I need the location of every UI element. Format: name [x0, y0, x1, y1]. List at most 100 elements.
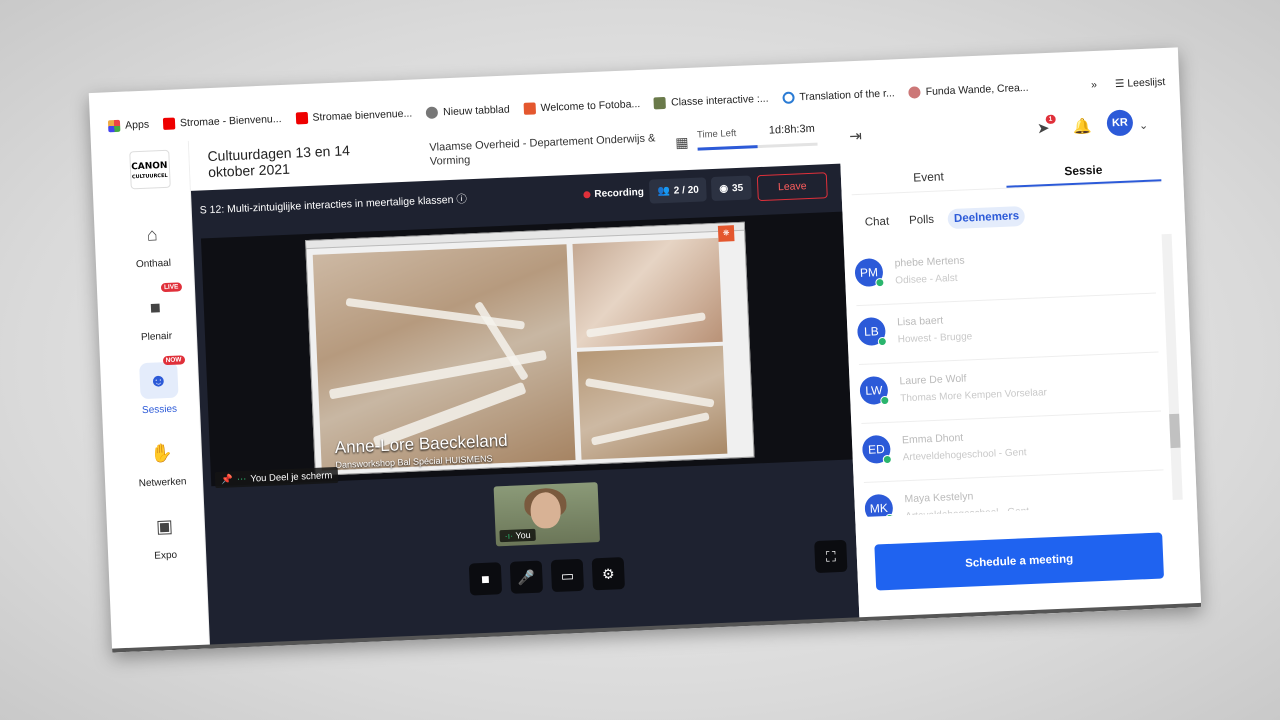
attendee-count[interactable]: 👥 2 / 20: [648, 177, 708, 204]
self-view-video: ·ı· You: [493, 482, 601, 547]
bookmark-fotoba[interactable]: Welcome to Fotoba...: [523, 98, 640, 115]
gear-icon: ⚙: [601, 564, 615, 582]
settings-button[interactable]: ⚙: [591, 557, 625, 591]
record-dot-icon: [583, 190, 591, 198]
online-status-icon: [885, 513, 895, 517]
calendar-icon[interactable]: ▦: [675, 134, 689, 152]
camera-button[interactable]: ■: [468, 562, 503, 596]
photo-top-right: [572, 237, 723, 348]
fotobabble-icon: [523, 102, 536, 115]
nav-item-plenair[interactable]: ■ LIVE Plenair: [115, 282, 196, 344]
bookmark-stromae-1[interactable]: Stromae - Bienvenu...: [162, 113, 282, 130]
nav-item-sessies[interactable]: ☻ NOW Sessies: [118, 355, 199, 417]
time-left-value: 1d:8h:3m: [768, 122, 816, 137]
home-icon: ⌂: [146, 223, 159, 245]
apps-icon: [107, 119, 121, 133]
online-status-icon: [875, 277, 885, 288]
monitor-icon: ▭: [560, 566, 575, 584]
participant-org: Thomas More Kempen Vorselaar: [900, 387, 1048, 405]
recording-indicator: Recording: [575, 180, 652, 207]
collapse-panel-icon[interactable]: ⇥: [849, 127, 862, 146]
classe-icon: [653, 96, 667, 110]
mic-activity-icon: ·ı·: [504, 530, 514, 542]
bookmark-translation[interactable]: Translation of the r...: [782, 87, 895, 105]
participant-org: Howest - Brugge: [897, 331, 973, 346]
right-panel: ⇥ ➤ 1 🔔 KR ⌄ Event Sessie Chat Polls Deel…: [838, 99, 1202, 622]
eye-icon: ◉: [719, 182, 729, 195]
participant-name: Emma Dhont: [901, 431, 964, 447]
online-status-icon: [880, 395, 890, 406]
subtab-chat[interactable]: Chat: [858, 211, 895, 233]
fullscreen-button[interactable]: ⛶: [814, 539, 848, 574]
nav-item-expo[interactable]: ▣ Expo: [124, 507, 205, 563]
bell-icon[interactable]: 🔔: [1073, 117, 1092, 136]
participant-org: Arteveldehogeschool - Gent: [902, 447, 1027, 464]
slide-logo-icon: ❋: [717, 225, 735, 242]
panel-subtabs: Chat Polls Deelnemers: [858, 205, 1026, 233]
photo-bottom-right: [577, 345, 728, 460]
bookmark-new-tab[interactable]: Nieuw tabblad: [425, 103, 510, 119]
participant-scrollbar[interactable]: [1161, 233, 1183, 501]
info-icon[interactable]: ⓘ: [456, 193, 467, 205]
bookmark-classe[interactable]: Classe interactive :...: [653, 93, 769, 110]
participant-org: Arteveldehogeschool - Gent: [904, 506, 1030, 517]
fullscreen-icon: ⛶: [825, 547, 837, 565]
funda-icon: [908, 86, 921, 99]
microphone-button[interactable]: 🎤: [509, 560, 544, 594]
audio-dots-icon: ⋯: [236, 473, 247, 485]
globe-icon: [425, 106, 439, 119]
participant-org: Odisee - Aalst: [895, 272, 958, 287]
chevron-down-icon[interactable]: ⌄: [1139, 119, 1149, 132]
microphone-icon: 🎤: [517, 568, 536, 586]
notification-badge: 1: [1045, 114, 1056, 125]
online-status-icon: [877, 336, 888, 347]
session-stage: S 12: Multi-zintuiglijke interacties in …: [190, 163, 860, 649]
youtube-icon: [162, 117, 176, 130]
nav-item-netwerken[interactable]: ✋ Netwerken: [121, 434, 202, 490]
participant-list: PM phebe Mertens Odisee - Aalst LB Lisa …: [853, 234, 1165, 517]
participant-name: Maya Kestelyn: [904, 490, 974, 506]
view-count: ◉ 35: [710, 175, 752, 202]
video-icon: ■ LIVE: [136, 282, 182, 327]
canon-logo[interactable]: CANON CULTUURCEL: [128, 149, 171, 190]
subtab-polls[interactable]: Polls: [903, 210, 941, 232]
share-screen-button[interactable]: ▭: [550, 558, 585, 593]
reading-list-button[interactable]: ☰ Leeslijst: [1115, 76, 1166, 90]
store-icon: ▣: [155, 515, 174, 537]
nav-item-onthaal[interactable]: ⌂ Onthaal: [112, 215, 193, 271]
participant-name: Lisa baert: [896, 314, 944, 329]
user-avatar[interactable]: KR: [1106, 109, 1134, 137]
handshake-icon: ✋: [149, 442, 173, 464]
people-icon: 👥: [657, 185, 671, 197]
pin-icon[interactable]: 📌: [221, 474, 233, 485]
participant-name: phebe Mertens: [894, 254, 965, 270]
more-bookmarks-button[interactable]: »: [1091, 79, 1097, 91]
panel-tabs: Event Sessie: [850, 150, 1162, 196]
self-view-label: ·ı· You: [499, 528, 536, 543]
subtab-deelnemers[interactable]: Deelnemers: [947, 205, 1026, 230]
participant-name: Laure De Wolf: [899, 372, 967, 388]
tab-event[interactable]: Event: [850, 157, 1006, 194]
organizer-name: Vlaamse Overheid - Departement Onderwijs…: [429, 132, 656, 168]
bookmark-funda[interactable]: Funda Wande, Crea...: [908, 82, 1029, 99]
youtube-icon: [295, 111, 308, 125]
tab-sessie[interactable]: Sessie: [1005, 150, 1162, 188]
bookmark-stromae-2[interactable]: Stromae bienvenue...: [295, 108, 412, 125]
leave-button[interactable]: Leave: [756, 172, 828, 202]
schedule-meeting-button[interactable]: Schedule a meeting: [874, 532, 1165, 591]
camera-icon: ■: [480, 570, 491, 588]
shared-screen-video: ❋ Anne-Lore Baeckeland Dansworkshop Bal …: [200, 211, 853, 487]
announcement-icon[interactable]: ➤ 1: [1037, 114, 1056, 137]
now-badge: NOW: [162, 355, 185, 366]
group-icon: ☻ NOW: [138, 355, 185, 400]
time-left-label: Time Left: [696, 127, 737, 141]
screenshot-frame: Apps Stromae - Bienvenu... Stromae bienv…: [88, 47, 1202, 653]
online-status-icon: [882, 454, 892, 465]
shared-slide: ❋ Anne-Lore Baeckeland Dansworkshop Bal …: [305, 221, 755, 476]
event-title: Cultuurdagen 13 en 14 oktober 2021: [207, 142, 351, 181]
translation-icon: [782, 91, 795, 105]
bookmark-apps[interactable]: Apps: [107, 119, 149, 133]
session-title: S 12: Multi-zintuiglijke interacties in …: [199, 193, 468, 217]
live-badge: LIVE: [160, 282, 182, 293]
time-left-progress: [697, 142, 818, 151]
